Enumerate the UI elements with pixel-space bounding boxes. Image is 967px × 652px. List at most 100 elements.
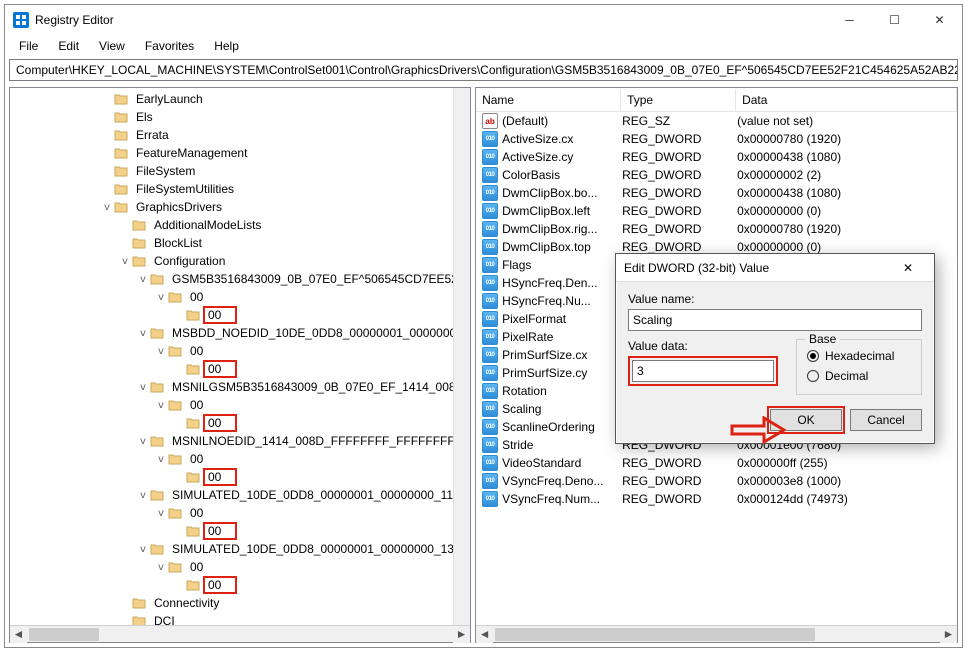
tree-item[interactable]: ⅴ00 bbox=[10, 288, 470, 306]
tree-item[interactable]: ⅴMSNILNOEDID_1414_008D_FFFFFFFF_FFFFFFFF… bbox=[10, 432, 470, 450]
menu-edit[interactable]: Edit bbox=[50, 37, 87, 55]
value-row[interactable]: DwmClipBox.rig...REG_DWORD0x00000780 (19… bbox=[476, 220, 957, 238]
value-row[interactable]: DwmClipBox.leftREG_DWORD0x00000000 (0) bbox=[476, 202, 957, 220]
scroll-left-icon[interactable]: ◄ bbox=[10, 626, 27, 643]
tree-item[interactable]: 00 bbox=[10, 360, 470, 378]
value-data: 0x000124dd (74973) bbox=[737, 492, 957, 506]
close-button[interactable]: ✕ bbox=[917, 5, 962, 35]
col-data[interactable]: Data bbox=[736, 89, 957, 111]
address-bar[interactable]: Computer\HKEY_LOCAL_MACHINE\SYSTEM\Contr… bbox=[9, 59, 958, 81]
scroll-left-icon[interactable]: ◄ bbox=[476, 626, 493, 643]
scroll-track[interactable] bbox=[27, 626, 453, 642]
dialog-titlebar[interactable]: Edit DWORD (32-bit) Value ✕ bbox=[616, 254, 934, 282]
tree-item[interactable]: DCI bbox=[10, 612, 470, 625]
chevron-down-icon[interactable]: ⅴ bbox=[100, 202, 114, 213]
tree-item[interactable]: 00 bbox=[10, 522, 470, 540]
radio-dec-icon[interactable] bbox=[807, 370, 819, 382]
chevron-down-icon[interactable]: ⅴ bbox=[136, 490, 150, 501]
tree-item[interactable]: ⅴ 00 bbox=[10, 396, 470, 414]
vscrollbar[interactable] bbox=[453, 88, 470, 625]
cancel-button[interactable]: Cancel bbox=[850, 409, 922, 431]
radio-dec-label: Decimal bbox=[825, 369, 868, 383]
hscrollbar-right[interactable]: ◄ ► bbox=[476, 625, 957, 642]
tree-item[interactable]: ⅴ00 bbox=[10, 504, 470, 522]
tree-item[interactable]: ⅴSIMULATED_10DE_0DD8_00000001_00000000_1… bbox=[10, 540, 470, 558]
radio-hex[interactable]: Hexadecimal bbox=[807, 346, 911, 366]
tree-item[interactable]: EarlyLaunch bbox=[10, 90, 470, 108]
value-row[interactable]: VSyncFreq.Num...REG_DWORD0x000124dd (749… bbox=[476, 490, 957, 508]
tree-item[interactable]: FileSystemUtilities bbox=[10, 180, 470, 198]
tree-item[interactable]: ⅴ00 bbox=[10, 558, 470, 576]
tree-item-label: 00 bbox=[206, 307, 223, 323]
value-data: (value not set) bbox=[737, 114, 957, 128]
tree-item[interactable]: ⅴMSNILGSM5B3516843009_0B_07E0_EF_1414_00… bbox=[10, 378, 470, 396]
tree-item[interactable]: ⅴ00 bbox=[10, 450, 470, 468]
value-row[interactable]: ActiveSize.cxREG_DWORD0x00000780 (1920) bbox=[476, 130, 957, 148]
chevron-down-icon[interactable]: ⅴ bbox=[154, 292, 168, 303]
folder-icon bbox=[150, 488, 166, 502]
tree-item[interactable]: 00 bbox=[10, 414, 470, 432]
tree-item[interactable]: FileSystem bbox=[10, 162, 470, 180]
chevron-down-icon[interactable]: ⅴ bbox=[136, 328, 150, 339]
menu-file[interactable]: File bbox=[11, 37, 46, 55]
chevron-down-icon[interactable]: ⅴ bbox=[154, 346, 168, 357]
value-row[interactable]: ActiveSize.cyREG_DWORD0x00000438 (1080) bbox=[476, 148, 957, 166]
menu-view[interactable]: View bbox=[91, 37, 133, 55]
value-row[interactable]: VideoStandardREG_DWORD0x000000ff (255) bbox=[476, 454, 957, 472]
value-name: DwmClipBox.rig... bbox=[502, 222, 622, 236]
chevron-down-icon[interactable]: ⅴ bbox=[154, 562, 168, 573]
value-data: 0x00000438 (1080) bbox=[737, 186, 957, 200]
maximize-button[interactable]: ☐ bbox=[872, 5, 917, 35]
tree-item[interactable]: ⅴGSM5B3516843009_0B_07E0_EF^506545CD7EE5… bbox=[10, 270, 470, 288]
hscrollbar-left[interactable]: ◄ ► bbox=[10, 625, 470, 642]
value-name: PixelFormat bbox=[502, 312, 622, 326]
radio-hex-icon[interactable] bbox=[807, 350, 819, 362]
tree-view[interactable]: EarlyLaunchElsErrataFeatureManagementFil… bbox=[10, 88, 470, 625]
tree-item[interactable]: BlockList bbox=[10, 234, 470, 252]
chevron-down-icon[interactable]: ⅴ bbox=[154, 508, 168, 519]
scroll-track[interactable] bbox=[493, 626, 940, 642]
dialog-title: Edit DWORD (32-bit) Value bbox=[624, 261, 890, 275]
chevron-down-icon[interactable]: ⅴ bbox=[136, 544, 150, 555]
value-name: PrimSurfSize.cx bbox=[502, 348, 622, 362]
chevron-down-icon[interactable]: ⅴ bbox=[154, 454, 168, 465]
value-row[interactable]: VSyncFreq.Deno...REG_DWORD0x000003e8 (10… bbox=[476, 472, 957, 490]
value-name: ColorBasis bbox=[502, 168, 622, 182]
tree-item[interactable]: 00 bbox=[10, 468, 470, 486]
value-row[interactable]: ab(Default)REG_SZ(value not set) bbox=[476, 112, 957, 130]
col-type[interactable]: Type bbox=[621, 89, 736, 111]
value-row[interactable]: ColorBasisREG_DWORD0x00000002 (2) bbox=[476, 166, 957, 184]
col-name[interactable]: Name bbox=[476, 89, 621, 111]
tree-item[interactable]: ⅴMSBDD_NOEDID_10DE_0DD8_00000001_0000000… bbox=[10, 324, 470, 342]
chevron-down-icon[interactable]: ⅴ bbox=[136, 382, 150, 393]
menu-help[interactable]: Help bbox=[206, 37, 247, 55]
value-type: REG_DWORD bbox=[622, 492, 737, 506]
chevron-down-icon[interactable]: ⅴ bbox=[154, 400, 168, 411]
chevron-down-icon[interactable]: ⅴ bbox=[118, 256, 132, 267]
tree-item[interactable]: ⅴ00 bbox=[10, 342, 470, 360]
value-data-input[interactable] bbox=[632, 360, 774, 382]
tree-item[interactable]: 00 bbox=[10, 576, 470, 594]
value-row[interactable]: DwmClipBox.bo...REG_DWORD0x00000438 (108… bbox=[476, 184, 957, 202]
menu-favorites[interactable]: Favorites bbox=[137, 37, 202, 55]
radio-dec[interactable]: Decimal bbox=[807, 366, 911, 386]
tree-item-label: 00 bbox=[188, 397, 205, 413]
chevron-down-icon[interactable]: ⅴ bbox=[136, 274, 150, 285]
tree-item[interactable]: ⅴGraphicsDrivers bbox=[10, 198, 470, 216]
tree-item[interactable]: Els bbox=[10, 108, 470, 126]
tree-item[interactable]: ⅴSIMULATED_10DE_0DD8_00000001_00000000_1… bbox=[10, 486, 470, 504]
titlebar[interactable]: Registry Editor ─ ☐ ✕ bbox=[5, 5, 962, 35]
tree-item[interactable]: Connectivity bbox=[10, 594, 470, 612]
scroll-right-icon[interactable]: ► bbox=[453, 626, 470, 643]
dialog-close-button[interactable]: ✕ bbox=[890, 254, 926, 282]
folder-icon bbox=[114, 110, 130, 124]
folder-icon bbox=[132, 596, 148, 610]
tree-item[interactable]: AdditionalModeLists bbox=[10, 216, 470, 234]
minimize-button[interactable]: ─ bbox=[827, 5, 872, 35]
tree-item[interactable]: ⅴConfiguration bbox=[10, 252, 470, 270]
tree-item[interactable]: 00 bbox=[10, 306, 470, 324]
tree-item[interactable]: Errata bbox=[10, 126, 470, 144]
chevron-down-icon[interactable]: ⅴ bbox=[136, 436, 150, 447]
tree-item[interactable]: FeatureManagement bbox=[10, 144, 470, 162]
scroll-right-icon[interactable]: ► bbox=[940, 626, 957, 643]
